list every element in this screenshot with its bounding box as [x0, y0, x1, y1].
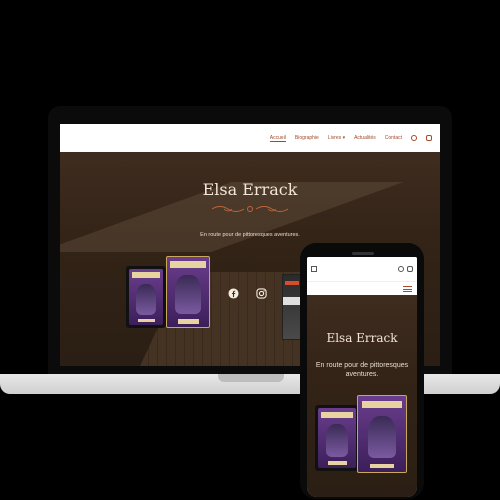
mobile-nav	[307, 281, 417, 296]
nav-item-livres[interactable]: Livres ▾	[328, 135, 345, 141]
mobile-hero-subtitle: En route pour de pittoresques aventures.	[315, 362, 409, 378]
menu-icon[interactable]	[403, 286, 412, 292]
tablet-mockup	[126, 266, 166, 328]
home-icon[interactable]	[311, 266, 317, 272]
phone-status-bar	[307, 257, 417, 281]
phone-speaker	[352, 252, 374, 255]
flourish-ornament	[211, 206, 289, 212]
mobile-website: Elsa Errack En route pour de pittoresque…	[307, 257, 417, 497]
facebook-icon[interactable]	[228, 288, 239, 299]
facebook-icon[interactable]	[411, 135, 417, 141]
desktop-nav: Accueil Biographie Livres ▾ Actualités C…	[60, 124, 440, 152]
book-cover	[166, 256, 210, 328]
instagram-icon[interactable]	[407, 266, 413, 272]
phone-mockup: Elsa Errack En route pour de pittoresque…	[300, 243, 424, 499]
mobile-hero-title: Elsa Errack	[326, 331, 398, 345]
nav-item-biographie[interactable]: Biographie	[295, 135, 319, 141]
mobile-tablet-mockup	[315, 405, 359, 471]
nav-item-accueil[interactable]: Accueil	[269, 135, 286, 142]
info-icon[interactable]	[398, 266, 404, 272]
instagram-icon[interactable]	[256, 288, 267, 299]
chevron-down-icon: ▾	[342, 135, 346, 141]
laptop-notch	[218, 374, 284, 382]
instagram-icon[interactable]	[426, 135, 432, 141]
nav-item-actualites[interactable]: Actualités	[354, 135, 376, 141]
hero-subtitle: En route pour de pittoresques aventures.	[200, 232, 300, 238]
nav-item-contact[interactable]: Contact	[385, 135, 402, 141]
book-cover-tablet	[129, 269, 163, 325]
mobile-book-cover	[357, 395, 407, 473]
hero-title: Elsa Errack	[202, 180, 298, 199]
mobile-book-cover-tablet	[318, 408, 356, 468]
mobile-hero: Elsa Errack En route pour de pittoresque…	[307, 295, 417, 497]
nav-item-livres-label: Livres	[327, 135, 342, 141]
phone-social-links	[398, 266, 413, 272]
